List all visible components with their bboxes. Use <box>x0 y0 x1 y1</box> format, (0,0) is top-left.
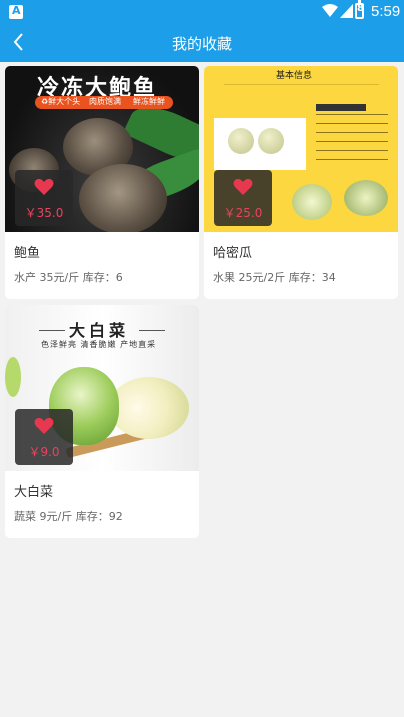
product-meta: 蔬菜 9元/斤 库存：92 <box>14 510 123 523</box>
favorite-card-cabbage[interactable]: 大白菜 色泽鲜亮 清香脆嫩 产地直采 ￥9.0 大白菜 蔬菜 9元/斤 库存：9… <box>5 305 199 538</box>
favorite-card-abalone[interactable]: 冷冻大鲍鱼 ♻鲜大个头 肉质饱满 鲜冻鲜鲜 ￥35.0 鲍鱼 水产 35元/斤 … <box>5 66 199 299</box>
app-notification-icon: A <box>9 4 23 19</box>
price-label: ￥35.0 <box>24 206 64 220</box>
product-meta: 水产 35元/斤 库存：6 <box>14 271 123 284</box>
price-badge[interactable]: ￥25.0 <box>214 170 272 226</box>
signal-icon <box>340 4 353 18</box>
status-bar: A 8 5:59 <box>0 0 404 24</box>
price-label: ￥25.0 <box>223 206 263 220</box>
image-tag-bar: ♻鲜大个头 肉质饱满 鲜冻鲜鲜 <box>35 96 173 109</box>
app-bar: 我的收藏 <box>0 24 404 62</box>
price-badge[interactable]: ￥9.0 <box>15 409 73 465</box>
status-time: 5:59 <box>371 3 401 20</box>
image-subtitle: 色泽鲜亮 清香脆嫩 产地直采 <box>41 340 157 349</box>
price-badge[interactable]: ￥35.0 <box>15 170 73 226</box>
product-name: 大白菜 <box>14 485 54 500</box>
price-label: ￥9.0 <box>28 445 60 459</box>
product-name: 哈密瓜 <box>213 246 253 261</box>
wifi-icon <box>322 4 338 17</box>
product-name: 鲍鱼 <box>14 246 41 261</box>
battery-icon: 8 <box>355 0 364 19</box>
heart-icon[interactable] <box>34 178 54 196</box>
image-title: 大白菜 <box>69 321 130 340</box>
favorite-card-melon[interactable]: 基本信息 ￥25.0 哈密瓜 水果 25元/2斤 库存：34 <box>204 66 398 299</box>
heart-icon[interactable] <box>34 417 54 435</box>
image-title: 基本信息 <box>276 71 313 81</box>
product-meta: 水果 25元/2斤 库存：34 <box>213 271 336 284</box>
page-title: 我的收藏 <box>171 35 232 53</box>
heart-icon[interactable] <box>233 178 253 196</box>
